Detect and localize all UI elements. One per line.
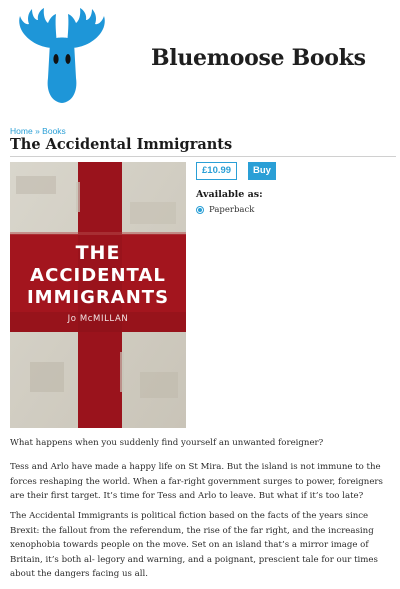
page-title: The Accidental Immigrants [10,136,233,153]
description-paragraph-1: What happens when you suddenly find your… [10,438,324,448]
cover-title-the: THE [76,242,121,264]
book-cover-image: THE ACCIDENTAL IMMIGRANTS Jo McMILLAN [10,162,186,428]
available-as-label: Available as: [196,189,263,200]
cover-title-accidental: ACCIDENTAL [30,265,166,286]
cover-author: Jo McMILLAN [67,314,129,324]
description-paragraph-2: Tess and Arlo have made a happy life on … [10,462,383,501]
description-paragraph-3: The Accidental Immigrants is political f… [10,511,378,579]
breadcrumb: Home » Books [10,126,66,136]
breadcrumb-home[interactable]: Home [10,126,33,136]
price-badge: £10.99 [196,162,238,180]
buy-button[interactable]: Buy [248,162,276,180]
breadcrumb-books[interactable]: Books [42,126,66,136]
site-title[interactable]: Bluemoose Books [151,45,366,71]
moose-head [47,37,77,103]
moose-eye-left [53,54,59,64]
cover-title-immigrants: IMMIGRANTS [27,287,169,308]
site-header: Bluemoose Books [0,0,400,118]
format-label: Paperback [209,205,255,215]
radio-selected-icon[interactable] [196,206,204,214]
moose-eye-right [65,54,71,64]
breadcrumb-separator: » [35,126,40,136]
moose-logo[interactable] [10,4,114,114]
title-divider [10,156,396,157]
format-option-paperback[interactable]: Paperback [196,205,254,215]
